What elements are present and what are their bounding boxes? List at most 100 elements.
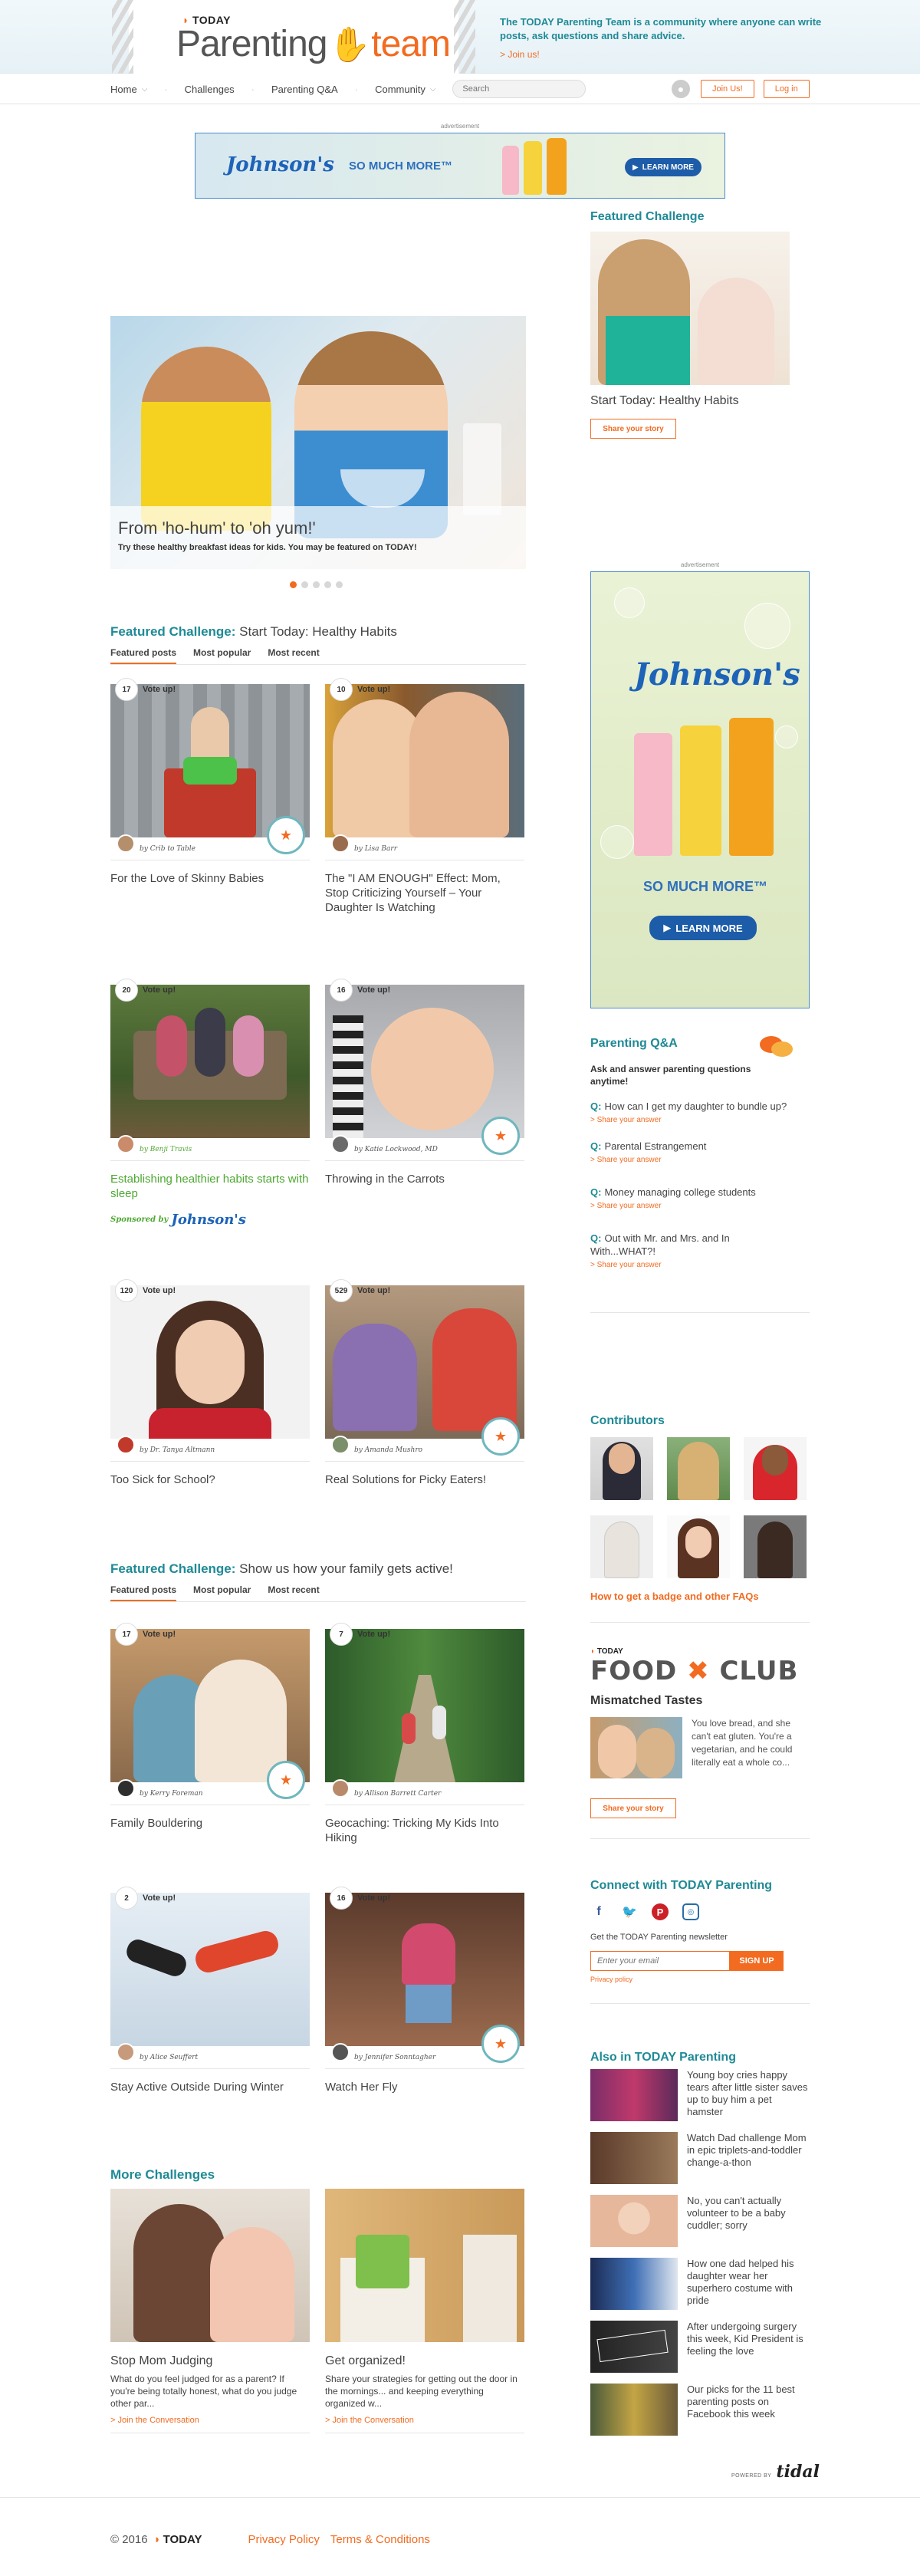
pinterest-icon[interactable]: P: [652, 1903, 669, 1920]
contributor-avatar[interactable]: [667, 1437, 730, 1500]
tidal-logo[interactable]: tidal: [776, 2462, 820, 2482]
post-title[interactable]: Family Bouldering: [110, 1816, 310, 1831]
featured-challenge-image[interactable]: [590, 232, 790, 385]
post-card[interactable]: 16 Vote up! by Katie Lockwood, MD ★ Throw…: [325, 979, 524, 1186]
also-item[interactable]: Young boy cries happy tears after little…: [590, 2069, 810, 2121]
privacy-link[interactable]: Privacy policy: [590, 1976, 810, 1983]
signup-button[interactable]: SIGN UP: [730, 1951, 784, 1971]
contributor-avatar[interactable]: [590, 1515, 653, 1578]
privacy-policy-link[interactable]: Privacy Policy: [248, 2533, 320, 2546]
join-us-button[interactable]: Join Us!: [701, 80, 754, 98]
instagram-icon[interactable]: ◎: [682, 1903, 699, 1920]
also-item[interactable]: Our picks for the 11 best parenting post…: [590, 2384, 810, 2436]
also-item[interactable]: No, you can't actually volunteer to be a…: [590, 2195, 810, 2247]
share-story-button[interactable]: Share your story: [590, 1798, 676, 1818]
author-avatar[interactable]: [331, 834, 350, 853]
share-answer-link[interactable]: > Share your answer: [590, 1156, 810, 1164]
tab-most-popular[interactable]: Most popular: [193, 1580, 251, 1601]
post-card[interactable]: 2 Vote up! by Alice Seuffert Stay Active …: [110, 1887, 310, 2094]
tab-most-recent[interactable]: Most recent: [268, 643, 319, 664]
post-title[interactable]: Throwing in the Carrots: [325, 1172, 524, 1186]
post-card[interactable]: 20 Vote up! by Benji Travis Establishing …: [110, 979, 310, 1201]
vote-up[interactable]: 120 Vote up!: [115, 1279, 176, 1302]
share-answer-link[interactable]: > Share your answer: [590, 1202, 810, 1210]
terms-link[interactable]: Terms & Conditions: [330, 2533, 430, 2546]
slider-dot[interactable]: [336, 581, 343, 588]
share-story-button[interactable]: Share your story: [590, 419, 676, 439]
author-avatar[interactable]: [117, 1435, 135, 1454]
join-conversation-link[interactable]: > Join the Conversation: [110, 2416, 310, 2433]
share-answer-link[interactable]: > Share your answer: [590, 1261, 810, 1269]
challenge-title[interactable]: Get organized!: [325, 2354, 524, 2368]
post-card[interactable]: 17 Vote up! by Kerry Foreman ★ Family Bou…: [110, 1623, 310, 1831]
slider-dot[interactable]: [324, 581, 331, 588]
nav-challenges[interactable]: Challenges: [185, 84, 235, 95]
slider-dot[interactable]: [313, 581, 320, 588]
author-avatar[interactable]: [331, 1134, 350, 1153]
featured-challenge-title[interactable]: Start Today: Healthy Habits: [590, 394, 810, 408]
leaderboard-ad-banner[interactable]: Johnson's SO MUCH MORE™ ▶ LEARN MORE: [195, 133, 725, 199]
badge-faq-link[interactable]: How to get a badge and other FAQs: [590, 1591, 810, 1602]
contributor-avatar[interactable]: [744, 1437, 807, 1500]
nav-parenting-qa[interactable]: Parenting Q&A: [271, 84, 338, 95]
join-conversation-link[interactable]: > Join the Conversation: [325, 2416, 524, 2433]
author-avatar[interactable]: [331, 1778, 350, 1798]
slider-dot[interactable]: [301, 581, 308, 588]
post-card[interactable]: 529 Vote up! by Amanda Mushro ★ Real Solu…: [325, 1279, 524, 1487]
author-avatar[interactable]: [117, 834, 135, 853]
vote-up[interactable]: 17 Vote up!: [115, 1623, 176, 1646]
contributor-avatar[interactable]: [667, 1515, 730, 1578]
post-card[interactable]: 120 Vote up! by Dr. Tanya Altmann Too Sic…: [110, 1279, 310, 1487]
vote-up[interactable]: 16 Vote up!: [330, 979, 390, 1002]
also-item[interactable]: How one dad helped his daughter wear her…: [590, 2258, 810, 2310]
post-card[interactable]: 10 Vote up! by Lisa Barr The "I AM ENOUGH…: [325, 678, 524, 915]
post-title[interactable]: Real Solutions for Picky Eaters!: [325, 1472, 524, 1487]
email-input[interactable]: [590, 1951, 730, 1971]
vote-up[interactable]: 17 Vote up!: [115, 678, 176, 701]
vote-up[interactable]: 16 Vote up!: [330, 1887, 390, 1910]
twitter-icon[interactable]: 🐦: [621, 1903, 638, 1920]
post-title[interactable]: Too Sick for School?: [110, 1472, 310, 1487]
author-avatar[interactable]: [331, 2042, 350, 2061]
post-title[interactable]: Geocaching: Tricking My Kids Into Hiking: [325, 1816, 524, 1845]
post-title[interactable]: Establishing healthier habits starts wit…: [110, 1172, 310, 1201]
tab-featured-posts[interactable]: Featured posts: [110, 643, 177, 664]
ad-learn-more-button[interactable]: ▶ LEARN MORE: [649, 916, 757, 940]
nav-community[interactable]: Community ⌵: [375, 84, 435, 95]
tab-featured-posts[interactable]: Featured posts: [110, 1580, 177, 1601]
post-title[interactable]: The "I AM ENOUGH" Effect: Mom, Stop Crit…: [325, 871, 524, 915]
qa-item[interactable]: Q: Out with Mr. and Mrs. and In With...WH…: [590, 1232, 810, 1269]
nav-home[interactable]: Home ⌵: [110, 84, 147, 95]
challenge-card[interactable]: Get organized! Share your strategies for…: [325, 2189, 524, 2433]
share-answer-link[interactable]: > Share your answer: [590, 1116, 810, 1124]
facebook-icon[interactable]: f: [590, 1903, 607, 1920]
search-input[interactable]: [452, 80, 586, 98]
site-logo[interactable]: ◗ TODAY Parenting✋team: [112, 0, 475, 74]
author-avatar[interactable]: [117, 2042, 135, 2061]
author-avatar[interactable]: [331, 1435, 350, 1454]
qa-item[interactable]: Q: Money managing college students > Shar…: [590, 1186, 810, 1210]
contributor-avatar[interactable]: [744, 1515, 807, 1578]
vote-up[interactable]: 529 Vote up!: [330, 1279, 390, 1302]
also-item[interactable]: After undergoing surgery this week, Kid …: [590, 2321, 810, 2373]
post-title[interactable]: Watch Her Fly: [325, 2080, 524, 2094]
sidebar-ad-banner[interactable]: Johnson's SO MUCH MORE™ ▶ LEARN MORE: [590, 571, 810, 1008]
food-club-row[interactable]: You love bread, and she can't eat gluten…: [590, 1717, 810, 1778]
join-us-link[interactable]: > Join us!: [500, 48, 822, 61]
tab-most-recent[interactable]: Most recent: [268, 1580, 319, 1601]
sponsor-logo[interactable]: Johnson's: [171, 1212, 246, 1228]
hero-slider[interactable]: From 'ho-hum' to 'oh yum!' Try these hea…: [110, 316, 526, 569]
login-button[interactable]: Log in: [763, 80, 810, 98]
footer-today-logo[interactable]: ◗ TODAY: [154, 2533, 202, 2546]
food-club-logo[interactable]: FOOD ✖ CLUB: [590, 1656, 810, 1686]
author-avatar[interactable]: [117, 1778, 135, 1798]
vote-up[interactable]: 2 Vote up!: [115, 1887, 176, 1910]
slider-dot[interactable]: [290, 581, 297, 588]
author-avatar[interactable]: [117, 1134, 135, 1153]
post-title[interactable]: For the Love of Skinny Babies: [110, 871, 310, 886]
user-avatar-icon[interactable]: ●: [672, 80, 690, 98]
challenge-card[interactable]: Stop Mom Judging What do you feel judged…: [110, 2189, 310, 2433]
qa-item[interactable]: Q: Parental Estrangement > Share your ans…: [590, 1140, 810, 1164]
vote-up[interactable]: 7 Vote up!: [330, 1623, 390, 1646]
food-club-title[interactable]: Mismatched Tastes: [590, 1694, 810, 1708]
